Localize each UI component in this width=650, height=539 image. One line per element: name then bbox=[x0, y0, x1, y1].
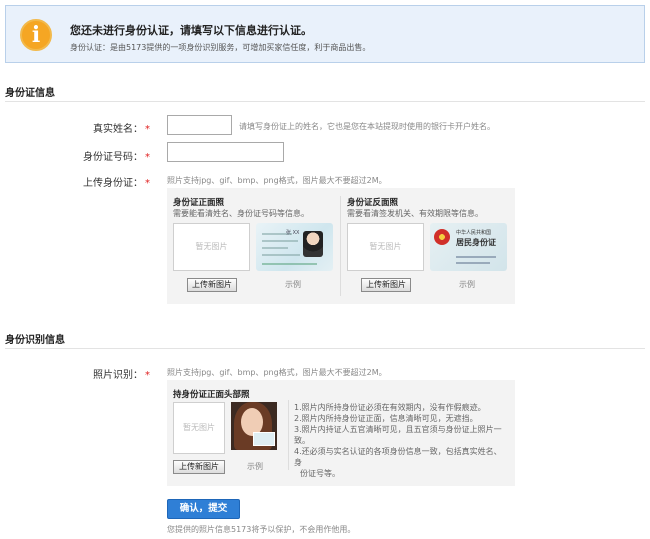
photo-rule-item: 份证号等。 bbox=[300, 469, 340, 478]
photo-upload-panel: 持身份证正面头部照 暂无图片 上传新图片 示例 1.照片内所持身份证必须在有效期… bbox=[167, 380, 515, 486]
photo-rule-item: 4.还必须与实名认证的各项身份信息一致，包括真实姓名、身 bbox=[294, 447, 502, 467]
photo-rules: 1.照片内所持身份证必须在有效期内，没有作假痕迹。 2.照片内所持身份证正面，信… bbox=[294, 402, 509, 479]
photo-rule-item: 2.照片内所持身份证正面，信息清晰可见，无遮挡。 bbox=[294, 414, 478, 423]
photo-rule-item: 1.照片内所持身份证必须在有效期内，没有作假痕迹。 bbox=[294, 403, 486, 412]
photo-id-label: 照片识别： * bbox=[93, 370, 150, 381]
upload-id-hint: 照片支持jpg、gif、bmp、png格式，图片最大不要超过2M。 bbox=[167, 176, 387, 185]
section-divider bbox=[5, 101, 645, 102]
back-image-placeholder: 暂无图片 bbox=[347, 223, 424, 271]
submit-button[interactable]: 确认，提交 bbox=[167, 499, 240, 519]
front-image-placeholder: 暂无图片 bbox=[173, 223, 250, 271]
id-upload-panel: 身份证正面照 需要能看清姓名、身份证号码等信息。 暂无图片 张 XX 上传新图片… bbox=[167, 188, 515, 304]
notice-description: 身份认证：是由5173提供的一项身份识别服务，可增加买家信任度，利于商品出售。 bbox=[70, 43, 371, 52]
back-upload-button[interactable]: 上传新图片 bbox=[361, 278, 411, 292]
back-sample-image: 中华人民共和国 居民身份证 bbox=[430, 223, 507, 271]
real-name-label: 真实姓名： * bbox=[93, 124, 150, 135]
handheld-sample-image bbox=[231, 402, 277, 450]
handheld-card-title: 持身份证正面头部照 bbox=[173, 390, 250, 400]
id-number-input[interactable] bbox=[167, 142, 284, 162]
section-divider bbox=[5, 348, 645, 349]
handheld-image-placeholder: 暂无图片 bbox=[173, 402, 225, 454]
front-sample-label: 示例 bbox=[285, 280, 301, 289]
section-title-id-info: 身份证信息 bbox=[5, 88, 55, 99]
photo-rule-item: 3.照片内持证人五官清晰可见，且五官须与身份证上照片一致。 bbox=[294, 425, 502, 445]
info-icon: i bbox=[20, 19, 52, 51]
handheld-upload-button[interactable]: 上传新图片 bbox=[173, 460, 225, 474]
privacy-note: 您提供的照片信息5173将予以保护，不会用作他用。 bbox=[167, 525, 356, 534]
back-card-title: 身份证反面照 bbox=[347, 198, 399, 208]
real-name-hint: 请填写身份证上的姓名，它也是您在本站提现时使用的银行卡开户姓名。 bbox=[239, 122, 495, 131]
notice-banner: i 您还未进行身份认证，请填写以下信息进行认证。 身份认证：是由5173提供的一… bbox=[5, 5, 645, 63]
front-upload-button[interactable]: 上传新图片 bbox=[187, 278, 237, 292]
upload-id-label: 上传身份证： * bbox=[83, 178, 150, 189]
id-number-label: 身份证号码： * bbox=[83, 152, 150, 163]
real-name-input[interactable] bbox=[167, 115, 232, 135]
notice-title: 您还未进行身份认证，请填写以下信息进行认证。 bbox=[70, 24, 312, 37]
handheld-sample-label: 示例 bbox=[247, 462, 263, 471]
photo-id-hint: 照片支持jpg、gif、bmp、png格式，图片最大不要超过2M。 bbox=[167, 368, 387, 377]
national-emblem-icon bbox=[434, 229, 450, 245]
front-sample-image: 张 XX bbox=[256, 223, 333, 271]
front-card-desc: 需要能看清姓名、身份证号码等信息。 bbox=[173, 209, 309, 218]
back-sample-label: 示例 bbox=[459, 280, 475, 289]
front-card-title: 身份证正面照 bbox=[173, 198, 225, 208]
section-title-photo-info: 身份识别信息 bbox=[5, 335, 65, 346]
back-card-desc: 需要看清签发机关、有效期限等信息。 bbox=[347, 209, 483, 218]
